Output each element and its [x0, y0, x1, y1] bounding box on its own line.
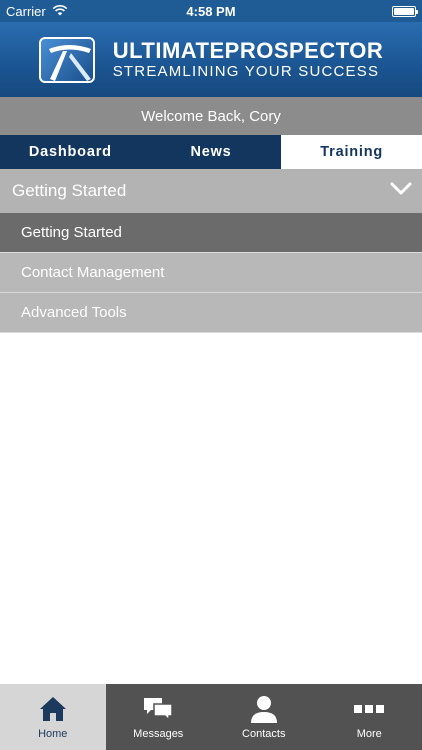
brand-name: ULTIMATEPROSPECTOR — [112, 38, 384, 63]
tabbar-label-home: Home — [38, 728, 68, 740]
battery-icon — [392, 5, 418, 17]
tab-dashboard[interactable]: Dashboard — [0, 135, 141, 169]
tabbar-home[interactable]: Home — [0, 684, 106, 750]
pickaxe-logo-icon — [38, 36, 95, 83]
contacts-icon — [248, 694, 280, 724]
list-item-advanced-tools[interactable]: Advanced Tools — [0, 293, 422, 333]
tabbar-contacts[interactable]: Contacts — [211, 684, 317, 750]
tabbar-messages[interactable]: Messages — [106, 684, 212, 750]
status-left: Carrier — [6, 4, 68, 19]
list-item-getting-started[interactable]: Getting Started — [0, 213, 422, 253]
status-bar: Carrier 4:58 PM — [0, 0, 422, 22]
list-item-label: Contact Management — [21, 264, 165, 281]
bottom-tab-bar: Home Messages Contacts More — [0, 684, 422, 750]
wifi-icon — [52, 4, 68, 19]
carrier-label: Carrier — [6, 3, 46, 19]
home-icon — [37, 694, 69, 724]
welcome-banner: Welcome Back, Cory — [0, 97, 422, 135]
tabbar-label-messages: Messages — [133, 728, 184, 740]
tab-training[interactable]: Training — [281, 135, 422, 169]
list-item-contact-management[interactable]: Contact Management — [0, 253, 422, 293]
list-item-label: Getting Started — [21, 224, 122, 241]
tabbar-label-more: More — [356, 728, 382, 740]
app-header: ULTIMATEPROSPECTOR STREAMLINING YOUR SUC… — [0, 22, 422, 97]
tabbar-label-contacts: Contacts — [242, 728, 286, 740]
chevron-down-icon[interactable] — [390, 181, 412, 201]
more-icon — [353, 694, 385, 724]
welcome-text: Welcome Back, Cory — [141, 107, 281, 125]
section-title: Getting Started — [12, 181, 127, 200]
list-item-label: Advanced Tools — [21, 304, 127, 321]
brand-tagline: STREAMLINING YOUR SUCCESS — [112, 63, 380, 80]
top-tabs: Dashboard News Training — [0, 135, 422, 169]
tab-news[interactable]: News — [140, 135, 282, 169]
section-dropdown[interactable]: Getting Started — [0, 169, 422, 213]
messages-icon — [142, 694, 174, 724]
brand-logo-text: ULTIMATEPROSPECTOR STREAMLINING YOUR SUC… — [112, 38, 384, 80]
training-list: Getting Started Contact Management Advan… — [0, 213, 422, 333]
tabbar-more[interactable]: More — [317, 684, 422, 750]
